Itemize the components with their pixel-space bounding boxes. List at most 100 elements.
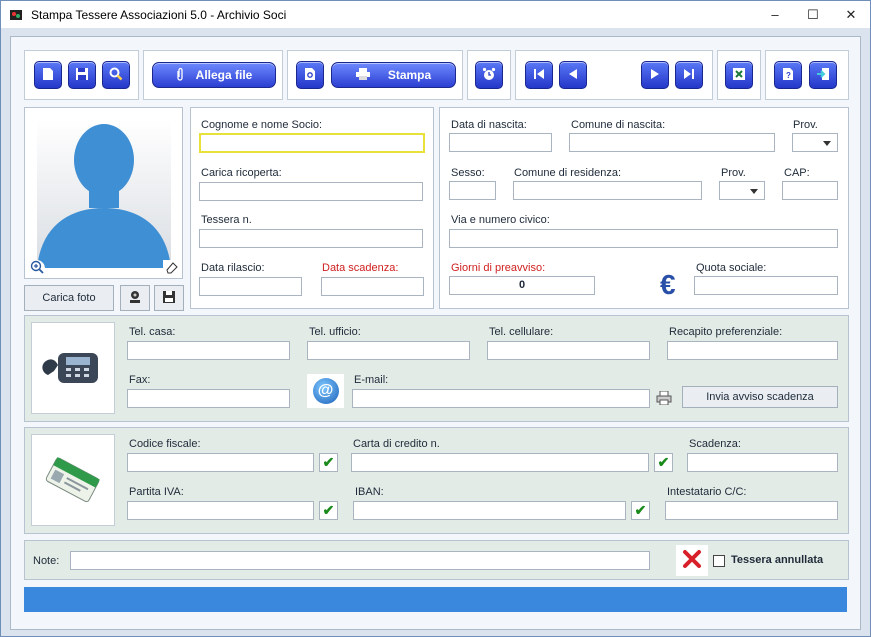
surname-name-input[interactable]	[199, 133, 425, 153]
first-record-button[interactable]	[525, 61, 553, 89]
print-preview-icon	[304, 67, 317, 84]
notes-label: Note:	[33, 555, 60, 567]
birth-city-label: Comune di nascita:	[571, 119, 666, 131]
account-holder-label: Intestatario C/C:	[667, 486, 747, 498]
previous-record-button[interactable]	[559, 61, 587, 89]
office-phone-label: Tel. ufficio:	[309, 326, 361, 338]
office-phone-input[interactable]	[307, 341, 470, 360]
excel-icon	[732, 67, 746, 84]
birth-prov-label: Prov.	[793, 119, 818, 131]
role-input[interactable]	[199, 182, 423, 201]
birth-date-input[interactable]	[449, 133, 552, 152]
iban-input[interactable]	[353, 501, 626, 520]
res-prov-select[interactable]	[719, 181, 765, 200]
email-input[interactable]	[352, 389, 650, 408]
home-phone-input[interactable]	[127, 341, 290, 360]
res-city-label: Comune di residenza:	[514, 167, 622, 179]
toolbar-group-reminder	[467, 50, 511, 100]
main-area: Allega file Stampa ? Carica foto Cognome…	[10, 36, 861, 630]
skip-last-icon	[683, 68, 695, 83]
print-label: Stampa	[387, 68, 432, 82]
card-image	[31, 434, 115, 526]
minimize-button[interactable]: –	[756, 1, 794, 28]
preferred-contact-label: Recapito preferenziale:	[669, 326, 783, 338]
birth-city-input[interactable]	[569, 133, 775, 152]
help-icon: ?	[782, 67, 794, 84]
issue-date-label: Data rilascio:	[201, 262, 265, 274]
notice-days-input[interactable]: 0	[449, 276, 595, 295]
save-photo-button[interactable]	[154, 285, 184, 311]
paperclip-icon	[176, 67, 184, 84]
next-record-button[interactable]	[641, 61, 669, 89]
fax-input[interactable]	[127, 389, 290, 408]
tax-code-input[interactable]	[127, 453, 314, 472]
res-prov-label: Prov.	[721, 167, 746, 179]
res-city-input[interactable]	[513, 181, 702, 200]
credit-card-input[interactable]	[351, 453, 649, 472]
expiry-date-input[interactable]	[321, 277, 424, 296]
fax-label: Fax:	[129, 374, 151, 386]
sex-input[interactable]	[449, 181, 496, 200]
toolbar-group-export	[717, 50, 761, 100]
cancelled-checkbox[interactable]	[713, 555, 725, 567]
birth-prov-select[interactable]	[792, 133, 838, 152]
address-label: Via e numero civico:	[451, 214, 550, 226]
reminder-button[interactable]	[475, 61, 503, 89]
zoom-photo-button[interactable]	[28, 260, 45, 277]
email-at-icon: @	[312, 378, 339, 404]
card-number-input[interactable]	[199, 229, 423, 248]
close-button[interactable]: ✕	[832, 1, 870, 28]
card-number-label: Tessera n.	[201, 214, 252, 226]
credit-card-verify-button[interactable]: ✔	[654, 453, 673, 472]
exit-button[interactable]	[809, 61, 837, 89]
tax-code-verify-button[interactable]: ✔	[319, 453, 338, 472]
euro-icon: €	[660, 269, 676, 300]
clear-photo-button[interactable]	[163, 260, 180, 277]
mobile-phone-label: Tel. cellulare:	[489, 326, 554, 338]
address-input[interactable]	[449, 229, 838, 248]
export-excel-button[interactable]	[725, 61, 753, 89]
load-photo-button[interactable]: Carica foto	[24, 285, 114, 311]
surname-name-label: Cognome e nome Socio:	[201, 119, 323, 131]
help-button[interactable]: ?	[774, 61, 802, 89]
notes-input[interactable]	[70, 551, 650, 570]
iban-label: IBAN:	[355, 486, 384, 498]
print-button[interactable]: Stampa	[331, 62, 456, 88]
cap-input[interactable]	[782, 181, 838, 200]
attach-file-label: Allega file	[195, 68, 253, 82]
vat-verify-button[interactable]: ✔	[319, 501, 338, 520]
attach-file-button[interactable]: Allega file	[152, 62, 276, 88]
webcam-icon	[127, 289, 143, 308]
webcam-button[interactable]	[120, 285, 150, 311]
vat-input[interactable]	[127, 501, 314, 520]
personal-data-panel: Data di nascita: Comune di nascita: Prov…	[439, 107, 849, 309]
search-button[interactable]	[102, 61, 130, 89]
fee-input[interactable]	[694, 276, 838, 295]
send-email-button[interactable]	[655, 390, 673, 408]
send-expiry-notice-button[interactable]: Invia avviso scadenza	[682, 386, 838, 408]
role-label: Carica ricoperta:	[201, 167, 282, 179]
preferred-contact-input[interactable]	[667, 341, 838, 360]
issue-date-input[interactable]	[199, 277, 302, 296]
last-record-button[interactable]	[675, 61, 703, 89]
tax-code-label: Codice fiscale:	[129, 438, 201, 450]
red-x-icon	[682, 549, 702, 572]
iban-verify-button[interactable]: ✔	[631, 501, 650, 520]
card-expiry-input[interactable]	[687, 453, 838, 472]
eraser-icon	[165, 260, 179, 277]
mobile-phone-input[interactable]	[487, 341, 650, 360]
sex-label: Sesso:	[451, 167, 485, 179]
cancel-card-button[interactable]	[676, 545, 708, 576]
zoom-in-icon	[30, 260, 44, 277]
save-button[interactable]	[68, 61, 96, 89]
fiscal-panel: Codice fiscale: ✔ Carta di credito n. ✔ …	[24, 427, 849, 534]
email-image: @	[307, 374, 344, 408]
maximize-button[interactable]: ☐	[794, 1, 832, 28]
toolbar-group-print: Stampa	[287, 50, 463, 100]
print-preview-button[interactable]	[296, 61, 324, 89]
cap-label: CAP:	[784, 167, 810, 179]
new-record-button[interactable]	[34, 61, 62, 89]
toolbar-group-help: ?	[765, 50, 849, 100]
account-holder-input[interactable]	[665, 501, 838, 520]
printer-icon	[355, 67, 370, 83]
